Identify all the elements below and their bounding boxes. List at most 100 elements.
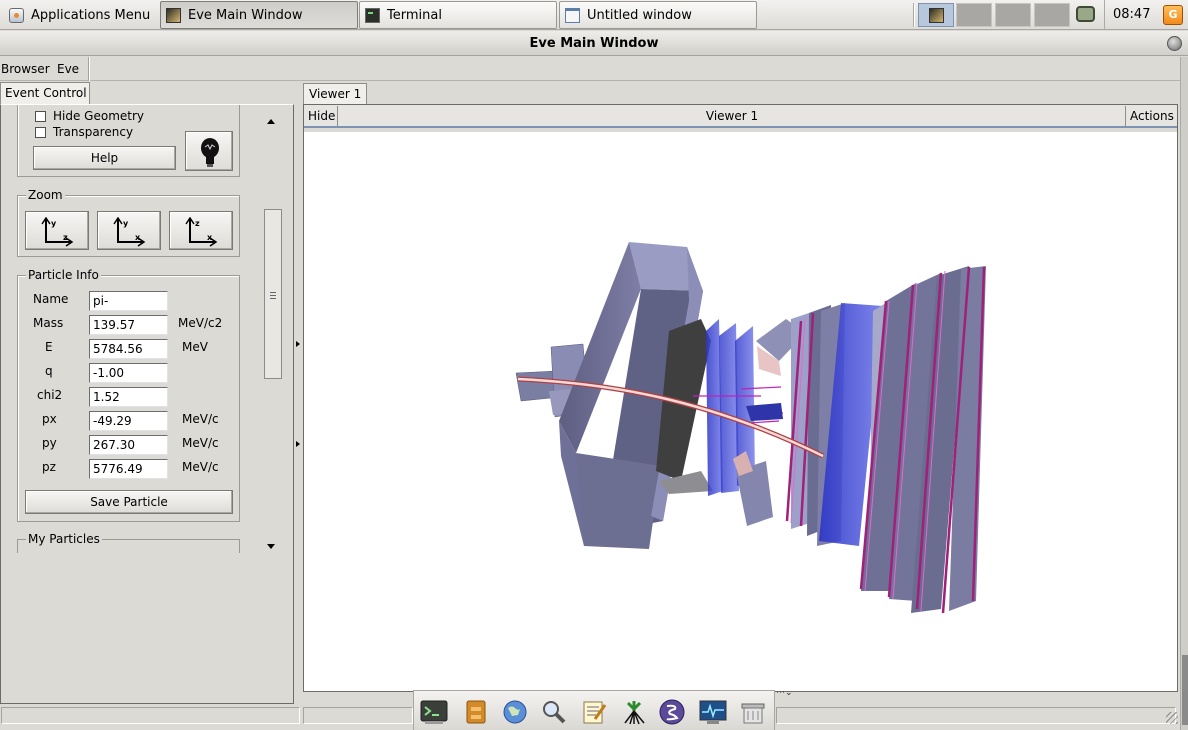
detector-3d-view [515, 242, 986, 614]
particle-chi2-field[interactable]: 1.52 [89, 387, 168, 407]
zoom-yx-button[interactable]: y x [97, 211, 161, 250]
menu-eve[interactable]: Eve [57, 57, 79, 81]
viewer-title: Viewer 1 [705, 109, 759, 123]
particle-charge-label: q [45, 364, 53, 378]
viewer-hide-button[interactable]: Hide [308, 105, 335, 127]
hide-geometry-checkbox-row[interactable]: Hide Geometry [35, 109, 144, 123]
scroll-up-arrow-icon[interactable] [267, 119, 275, 124]
zoom-axis-yz-icon: y z [41, 217, 74, 247]
status-segment [1, 707, 300, 724]
tab-viewer-1[interactable]: Viewer 1 [303, 83, 367, 104]
zoom-group-title: Zoom [26, 188, 65, 202]
zoom-axis-zx-icon: z x [185, 217, 218, 247]
header-separator [1125, 106, 1126, 126]
scrollbar-thumb[interactable] [1182, 655, 1188, 725]
window-right-scrollbar[interactable] [1180, 57, 1188, 730]
menu-browser[interactable]: Browser [1, 57, 50, 81]
taskbar-item-eve-main-window[interactable]: Eve Main Window [160, 1, 358, 29]
eve-app-icon [929, 8, 944, 23]
zoom-yz-button[interactable]: y z [25, 211, 89, 250]
system-monitor-icon[interactable] [699, 699, 727, 725]
menu-bar: Browser Eve [0, 57, 1180, 81]
file-manager-icon[interactable] [463, 699, 489, 725]
particle-py-field[interactable]: 267.30 [89, 435, 168, 455]
dock [413, 690, 775, 730]
eve-app-icon [166, 7, 181, 23]
particle-px-unit: MeV/c [182, 412, 219, 426]
event-control-panel: Hide Geometry Transparency Help Zoom y z… [0, 104, 294, 704]
particle-info-title: Particle Info [26, 268, 101, 282]
clock[interactable]: 08:47 [1104, 0, 1158, 30]
particle-name-label: Name [33, 292, 69, 306]
lightbulb-icon [201, 138, 219, 167]
hide-geometry-checkbox[interactable] [35, 110, 46, 122]
particle-mass-field[interactable]: 139.57 [89, 315, 168, 335]
zoom-axis-label: x [135, 233, 141, 242]
window-titlebar[interactable]: Eve Main Window [0, 31, 1188, 56]
particle-energy-field[interactable]: 5784.56 [89, 339, 168, 359]
particle-energy-unit: MeV [182, 340, 208, 354]
left-panel-scrollbar-thumb[interactable] [264, 209, 282, 379]
particle-name-field[interactable]: pi- [89, 291, 168, 311]
applications-menu-label: Applications Menu [31, 7, 151, 23]
applications-menu-button[interactable]: Applications Menu [2, 2, 154, 28]
particle-pz-label: pz [42, 460, 56, 474]
scroll-down-arrow-icon[interactable] [267, 544, 275, 549]
tab-event-control[interactable]: Event Control [0, 82, 90, 104]
emacs-icon[interactable] [659, 699, 685, 725]
hide-geometry-label: Hide Geometry [53, 109, 145, 123]
taskbar-item-untitled-window[interactable]: Untitled window [559, 1, 757, 29]
my-particles-mask [17, 553, 241, 703]
transparency-label: Transparency [53, 125, 134, 139]
lightbulb-button[interactable] [185, 131, 233, 171]
zoom-zx-button[interactable]: z x [169, 211, 233, 250]
window-icon [565, 7, 580, 23]
zoom-axis-yx-icon: y x [113, 217, 146, 247]
particle-chi2-label: chi2 [37, 388, 63, 402]
particle-px-label: px [42, 412, 57, 426]
status-segment [303, 707, 413, 724]
notification-icon[interactable]: G [1163, 5, 1183, 25]
splitter-arrow-icon[interactable] [296, 341, 300, 347]
gl-viewer-canvas[interactable] [304, 132, 1177, 691]
transparency-checkbox-row[interactable]: Transparency [35, 125, 133, 139]
help-button[interactable]: Help [33, 146, 176, 170]
grip-icon [270, 292, 276, 299]
viewer-frame: Hide Viewer 1 Actions [303, 104, 1178, 692]
terminal-icon[interactable] [420, 699, 448, 725]
particle-charge-field[interactable]: -1.00 [89, 363, 168, 383]
viewer-actions-button[interactable]: Actions [1130, 105, 1174, 127]
root-tree-icon[interactable] [620, 699, 646, 725]
web-browser-icon[interactable] [502, 699, 528, 725]
workspace-3[interactable] [995, 3, 1031, 27]
workspace-2[interactable] [956, 3, 992, 27]
menu-separator [88, 57, 90, 81]
zoom-axis-label: z [63, 233, 68, 242]
zoom-axis-label: y [51, 219, 57, 228]
top-panel: Applications Menu Eve Main Window Termin… [0, 0, 1188, 30]
trash-icon[interactable] [740, 699, 766, 725]
particle-py-label: py [42, 436, 57, 450]
text-editor-icon[interactable] [581, 699, 607, 725]
taskbar-item-label: Terminal [387, 7, 442, 23]
taskbar-item-terminal[interactable]: Terminal [359, 1, 557, 29]
window-close-icon[interactable] [1167, 36, 1182, 51]
transparency-checkbox[interactable] [35, 126, 46, 138]
workspace-1[interactable] [918, 3, 954, 27]
splitter-arrow-icon[interactable] [296, 441, 300, 447]
zoom-axis-label: z [195, 219, 200, 228]
workspace-4[interactable] [1034, 3, 1070, 27]
save-particle-button[interactable]: Save Particle [25, 490, 233, 514]
particle-pz-field[interactable]: 5776.49 [89, 459, 168, 479]
dock-overflow-icon[interactable]: ⋯⌄ [776, 688, 793, 698]
resize-grip-icon[interactable] [1166, 712, 1178, 724]
zoom-axis-label: y [123, 219, 129, 228]
taskbar-item-label: Eve Main Window [188, 7, 303, 23]
particle-energy-label: E [45, 340, 53, 354]
viewer-header: Hide Viewer 1 Actions [304, 105, 1177, 128]
particle-px-field[interactable]: -49.29 [89, 411, 168, 431]
search-icon[interactable] [541, 699, 567, 725]
header-separator [337, 106, 338, 126]
applications-menu-icon [9, 7, 24, 23]
battery-monitor-icon[interactable] [1076, 6, 1095, 22]
